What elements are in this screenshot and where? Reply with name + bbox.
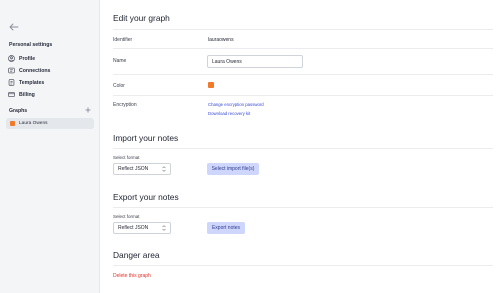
import-format-value: Reflect JSON [118, 166, 149, 172]
export-format-label: Select format [113, 214, 140, 219]
color-label: Color [113, 83, 125, 89]
download-recovery-kit-link[interactable]: Download recovery kit [208, 111, 250, 116]
edit-graph-title: Edit your graph [113, 13, 170, 23]
sidebar-item-profile[interactable]: Profile [8, 54, 94, 63]
divider [113, 207, 493, 208]
graphs-heading: Graphs [9, 108, 28, 114]
select-import-files-button[interactable]: Select import file(s) [207, 163, 259, 175]
graph-label: Laura Owens [19, 121, 48, 126]
graphs-header: Graphs [9, 107, 91, 115]
import-format-select[interactable]: Reflect JSON [113, 163, 171, 175]
personal-settings-heading: Personal settings [9, 42, 53, 48]
sidebar: Personal settings Profile Connections Te… [0, 0, 100, 293]
encryption-label: Encryption [113, 102, 137, 108]
sidebar-item-billing[interactable]: Billing [8, 90, 94, 99]
divider [113, 48, 493, 49]
export-notes-button[interactable]: Export notes [207, 222, 245, 234]
sidebar-item-label: Profile [19, 55, 36, 62]
sidebar-item-templates[interactable]: Templates [8, 78, 94, 87]
import-format-label: Select format [113, 155, 140, 160]
graph-color-swatch [10, 121, 15, 126]
template-icon [8, 79, 15, 86]
export-notes-title: Export your notes [113, 192, 179, 202]
danger-area-title: Danger area [113, 250, 160, 260]
divider [113, 29, 493, 30]
change-encryption-password-link[interactable]: Change encryption password [208, 102, 264, 107]
chevron-up-down-icon [162, 225, 166, 231]
connections-icon [8, 67, 15, 74]
identifier-label: Identifier [113, 37, 133, 43]
export-format-select[interactable]: Reflect JSON [113, 222, 171, 234]
divider [113, 148, 493, 149]
color-picker-swatch[interactable] [208, 82, 214, 88]
identifier-value: lauraowens [208, 37, 234, 43]
user-circle-icon [8, 55, 15, 62]
divider [113, 95, 493, 96]
delete-graph-link[interactable]: Delete this graph [113, 273, 151, 279]
name-input[interactable] [207, 55, 303, 68]
back-button[interactable] [8, 22, 20, 32]
sidebar-item-graph-laura-owens[interactable]: Laura Owens [6, 118, 94, 129]
import-notes-title: Import your notes [113, 133, 179, 143]
name-label: Name [113, 58, 127, 64]
main-content: Edit your graph Identifier lauraowens Na… [100, 0, 500, 293]
sidebar-item-label: Templates [19, 79, 45, 86]
chevron-up-down-icon [162, 166, 166, 172]
sidebar-item-label: Billing [19, 91, 35, 98]
export-format-value: Reflect JSON [118, 225, 149, 231]
divider [113, 265, 493, 266]
add-graph-button[interactable] [85, 107, 91, 115]
divider [113, 74, 493, 75]
sidebar-item-connections[interactable]: Connections [8, 66, 94, 75]
arrow-left-icon [9, 23, 19, 31]
credit-card-icon [8, 92, 15, 97]
sidebar-item-label: Connections [19, 67, 51, 74]
plus-icon [85, 107, 91, 113]
